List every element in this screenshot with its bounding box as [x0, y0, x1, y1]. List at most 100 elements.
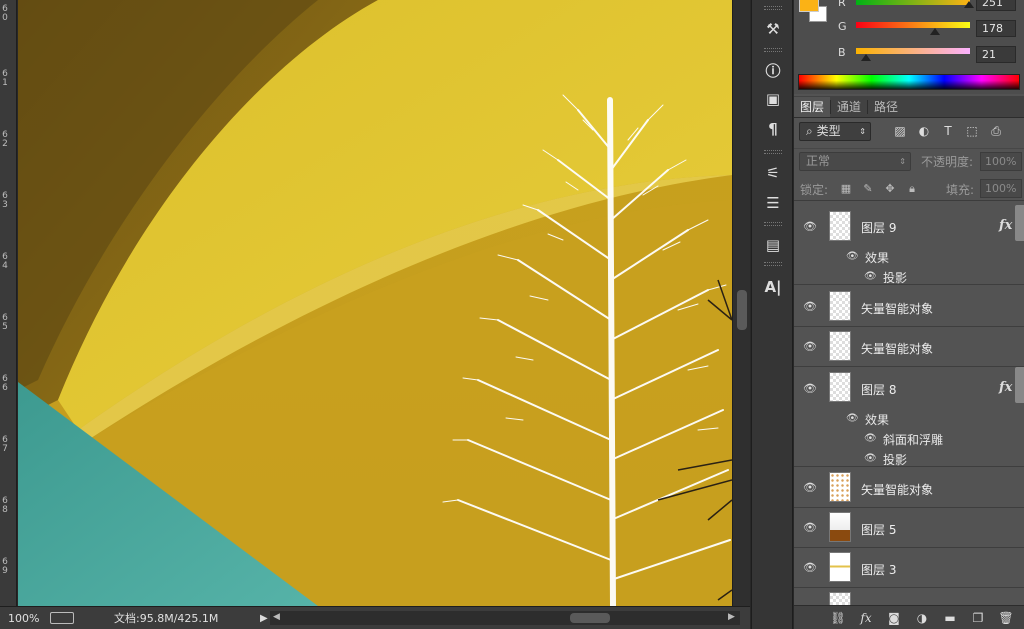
opacity-input[interactable]: 100% [980, 152, 1022, 171]
visibility-eye-icon[interactable]: 👁︎ [802, 522, 818, 534]
visibility-eye-icon[interactable]: 👁︎ [802, 341, 818, 353]
vertical-ruler[interactable]: 6 0 6 1 6 2 6 3 6 4 6 5 6 6 6 7 6 8 6 9 [0, 0, 17, 606]
layer-name[interactable]: 图层 8 [861, 381, 896, 398]
document-size-info: 文档:95.8M/425.1M [114, 612, 219, 625]
blend-mode-select[interactable]: 正常 ⇕ [799, 152, 911, 171]
document-canvas[interactable] [18, 0, 732, 606]
filter-smart-object-icon[interactable]: ⎙ [988, 123, 1004, 139]
lock-all-icon[interactable]: 🔒︎ [905, 182, 919, 196]
fx-icon[interactable]: fx [999, 218, 1012, 233]
history-icon[interactable]: ▤ [761, 234, 785, 256]
effect-visibility-eye-icon[interactable]: 👁︎ [864, 453, 877, 464]
scroll-left-arrow-icon[interactable]: ◀ [273, 612, 280, 622]
horizontal-scroll-thumb[interactable] [570, 613, 610, 623]
fx-expand-bar[interactable] [1015, 367, 1024, 403]
tab-channels[interactable]: 通道 [831, 97, 867, 117]
panel-grip[interactable] [764, 6, 782, 10]
brush-presets-icon[interactable]: ⚟ [761, 162, 785, 184]
notes-icon[interactable]: ☰ [761, 192, 785, 214]
filter-shape-icon[interactable]: ⬚ [964, 123, 980, 139]
layer-name[interactable]: 矢量智能对象 [861, 340, 933, 357]
b-slider-thumb[interactable] [861, 54, 871, 61]
vertical-scroll-thumb[interactable] [737, 290, 747, 330]
effect-visibility-eye-icon[interactable]: 👁︎ [846, 413, 859, 424]
visibility-eye-icon[interactable]: 👁︎ [802, 562, 818, 574]
layer-row[interactable] [794, 588, 1024, 605]
zoom-level[interactable]: 100% [0, 612, 46, 625]
color-spectrum-bar[interactable] [798, 74, 1020, 90]
new-adjustment-layer-icon[interactable]: ◑ [914, 610, 930, 626]
effect-drop-shadow[interactable]: 投影 [883, 269, 907, 286]
layer-name[interactable]: 矢量智能对象 [861, 481, 933, 498]
panel-grip[interactable] [764, 150, 782, 154]
layer-name[interactable]: 矢量智能对象 [861, 300, 933, 317]
layer-row[interactable]: 👁︎ 图层 3 [794, 548, 1024, 588]
fx-expand-bar[interactable] [1015, 205, 1024, 241]
link-layers-icon[interactable]: ⛓ [830, 610, 846, 626]
ruler-tick: 6 8 [2, 496, 8, 515]
foreground-color-swatch[interactable] [799, 0, 819, 12]
layer-row[interactable]: 👁︎ 图层 5 [794, 508, 1024, 548]
filter-pixel-icon[interactable]: ▨ [892, 123, 908, 139]
scroll-right-arrow-icon[interactable]: ▶ [728, 612, 735, 622]
character-icon[interactable]: A| [761, 276, 785, 298]
layer-row[interactable]: 👁︎ 矢量智能对象 [794, 468, 1024, 508]
g-label: G [838, 20, 847, 33]
effect-visibility-eye-icon[interactable]: 👁︎ [864, 271, 877, 282]
add-layer-style-icon[interactable]: fx [858, 610, 874, 626]
filter-type-icon[interactable]: T [940, 123, 956, 139]
new-group-icon[interactable]: ▬ [942, 610, 958, 626]
layer-name[interactable]: 图层 5 [861, 521, 896, 538]
r-value-input[interactable]: 251 [976, 0, 1016, 11]
panel-grip[interactable] [764, 222, 782, 226]
visibility-eye-icon[interactable]: 👁︎ [802, 383, 818, 395]
filter-adjustment-icon[interactable]: ◐ [916, 123, 932, 139]
layer-name[interactable]: 图层 3 [861, 561, 896, 578]
tool-presets-icon[interactable]: ⚒ [761, 18, 785, 40]
tab-paths[interactable]: 路径 [868, 97, 904, 117]
blend-mode-value: 正常 [806, 154, 831, 168]
status-bar: 100% 文档:95.8M/425.1M ▶ ◀ ▶ [0, 606, 750, 629]
effect-drop-shadow[interactable]: 投影 [883, 451, 907, 468]
visibility-eye-icon[interactable]: 👁︎ [802, 221, 818, 233]
effect-bevel-emboss[interactable]: 斜面和浮雕 [883, 431, 943, 448]
ruler-tick: 6 6 [2, 374, 8, 393]
add-mask-icon[interactable]: ◙ [886, 610, 902, 626]
b-slider[interactable] [856, 48, 970, 54]
panel-grip[interactable] [764, 262, 782, 266]
properties-icon[interactable]: ▣ [761, 88, 785, 110]
g-slider[interactable] [856, 22, 970, 28]
new-layer-icon[interactable]: ❐ [970, 610, 986, 626]
delete-layer-icon[interactable]: 🗑︎ [998, 610, 1014, 626]
visibility-eye-icon[interactable]: 👁︎ [802, 482, 818, 494]
horizontal-scrollbar[interactable]: ◀ ▶ [270, 611, 740, 625]
g-slider-thumb[interactable] [930, 28, 940, 35]
r-slider[interactable] [856, 0, 970, 5]
fx-icon[interactable]: fx [999, 380, 1012, 395]
lock-transparent-icon[interactable]: ▦ [839, 182, 853, 196]
effect-visibility-eye-icon[interactable]: 👁︎ [846, 251, 859, 262]
layer-row[interactable]: 👁︎ 矢量智能对象 [794, 287, 1024, 327]
info-icon[interactable]: ⓘ [761, 60, 785, 82]
lock-move-icon[interactable]: ✥ [883, 182, 897, 196]
vertical-scrollbar[interactable] [732, 0, 750, 606]
lock-brush-icon[interactable]: ✎ [861, 182, 875, 196]
panel-grip[interactable] [764, 48, 782, 52]
status-menu-arrow-icon[interactable]: ▶ [260, 613, 268, 624]
layer-row[interactable]: 👁︎ 图层 9 fx 👁︎ 效果 👁︎ 投影 [794, 205, 1024, 285]
tab-layers[interactable]: 图层 [794, 97, 831, 117]
effect-visibility-eye-icon[interactable]: 👁︎ [864, 433, 877, 444]
fill-input[interactable]: 100% [980, 179, 1022, 198]
visibility-eye-icon[interactable]: 👁︎ [802, 301, 818, 313]
b-value-input[interactable]: 21 [976, 46, 1016, 63]
g-value-input[interactable]: 178 [976, 20, 1016, 37]
layer-thumbnail [829, 372, 851, 402]
layer-row[interactable]: 👁︎ 矢量智能对象 [794, 327, 1024, 367]
layer-filter-select[interactable]: ⌕ 类型 ⇕ [799, 122, 871, 141]
paragraph-icon[interactable]: ¶ [761, 118, 785, 140]
r-slider-thumb[interactable] [964, 1, 974, 8]
layer-row[interactable]: 👁︎ 图层 8 fx 👁︎ 效果 👁︎ 斜面和浮雕 👁︎ 投影 [794, 367, 1024, 467]
layer-name[interactable]: 图层 9 [861, 219, 896, 236]
blend-mode-row: 正常 ⇕ 不透明度: 100% [794, 148, 1024, 172]
status-view-icon[interactable] [50, 612, 74, 624]
